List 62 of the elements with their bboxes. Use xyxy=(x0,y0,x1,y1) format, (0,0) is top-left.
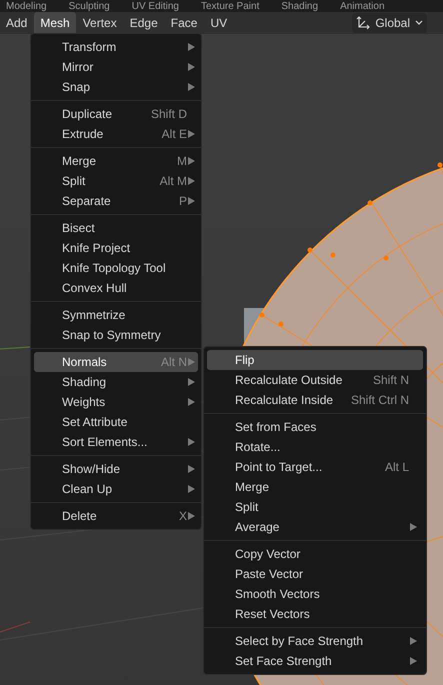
menu-item[interactable]: Separate P xyxy=(34,191,198,211)
header-menu[interactable]: UV xyxy=(204,12,234,34)
shortcut-label: Alt E xyxy=(162,126,187,143)
header-menu[interactable]: Add xyxy=(0,12,34,34)
caret-icon xyxy=(415,20,423,26)
shortcut-label: M xyxy=(177,153,187,170)
header-menu[interactable]: Vertex xyxy=(76,12,123,34)
menu-item[interactable]: Extrude Alt E xyxy=(34,124,198,144)
menu-item[interactable]: Show/Hide xyxy=(34,459,198,479)
workspace-tab[interactable]: Sculpting xyxy=(68,1,110,12)
shortcut-label: P xyxy=(178,193,187,210)
menu-item[interactable]: Snap to Symmetry xyxy=(34,325,198,345)
menu-item[interactable]: Split xyxy=(207,497,423,517)
menu-item[interactable]: Reset Vectors xyxy=(207,604,423,624)
shortcut-label: Alt L xyxy=(384,459,409,476)
menu-item[interactable]: Rotate... xyxy=(207,437,423,457)
menu-item[interactable]: Split Alt M xyxy=(34,171,198,191)
shortcut-label: Shift N xyxy=(372,372,409,389)
menu-item[interactable]: Point to Target... Alt L xyxy=(207,457,423,477)
menu-item[interactable]: Normals Alt N xyxy=(34,352,198,372)
shortcut-label: Alt N xyxy=(160,354,187,371)
menu-item[interactable]: Knife Topology Tool xyxy=(34,258,198,278)
shortcut-label: Shift D xyxy=(150,106,187,123)
menu-item[interactable]: Weights xyxy=(34,392,198,412)
menu-item[interactable]: Mirror xyxy=(34,57,198,77)
menu-item[interactable]: Merge xyxy=(207,477,423,497)
menu-item[interactable]: Smooth Vectors xyxy=(207,584,423,604)
menu-item[interactable]: Average xyxy=(207,517,423,537)
menu-item[interactable]: Set Face Strength xyxy=(207,651,423,671)
menu-item[interactable]: Knife Project xyxy=(34,238,198,258)
menu-item[interactable]: Flip xyxy=(207,350,423,370)
orientation-dropdown[interactable]: Global xyxy=(352,13,427,33)
menu-item[interactable]: Copy Vector xyxy=(207,544,423,564)
menu-item[interactable]: Duplicate Shift D xyxy=(34,104,198,124)
menu-item[interactable]: Shading xyxy=(34,372,198,392)
shortcut-label: Shift Ctrl N xyxy=(350,392,409,409)
menu-item[interactable]: Merge M xyxy=(34,151,198,171)
workspace-tab[interactable]: Animation xyxy=(340,1,385,12)
menu-item[interactable]: Clean Up xyxy=(34,479,198,499)
menu-item[interactable]: Snap xyxy=(34,77,198,97)
header-menu[interactable]: Mesh xyxy=(34,12,76,34)
menu-item[interactable]: Select by Face Strength xyxy=(207,631,423,651)
menu-item[interactable]: Recalculate Inside Shift Ctrl N xyxy=(207,390,423,410)
workspace-tab[interactable]: Modeling xyxy=(6,1,47,12)
header-menu[interactable]: Face xyxy=(164,12,204,34)
menu-item[interactable]: Set from Faces xyxy=(207,417,423,437)
menu-item[interactable]: Delete X xyxy=(34,506,198,526)
menu-item[interactable]: Sort Elements... xyxy=(34,432,198,452)
shortcut-label: Alt M xyxy=(160,173,187,190)
axes-icon xyxy=(356,16,370,30)
menu-item[interactable]: Set Attribute xyxy=(34,412,198,432)
workspace-tab[interactable]: UV Editing xyxy=(132,1,179,12)
workspace-tab[interactable]: Texture Paint xyxy=(200,1,260,12)
menu-item[interactable]: Convex Hull xyxy=(34,278,198,298)
menu-item[interactable]: Recalculate Outside Shift N xyxy=(207,370,423,390)
menu-item[interactable]: Symmetrize xyxy=(34,305,198,325)
shortcut-label: X xyxy=(178,508,187,525)
menu-item[interactable]: Transform xyxy=(34,37,198,57)
header-menu[interactable]: Edge xyxy=(124,12,164,34)
workspace-tab[interactable]: Shading xyxy=(281,1,318,12)
menu-item[interactable]: Paste Vector xyxy=(207,564,423,584)
menu-item[interactable]: Bisect xyxy=(34,218,198,238)
